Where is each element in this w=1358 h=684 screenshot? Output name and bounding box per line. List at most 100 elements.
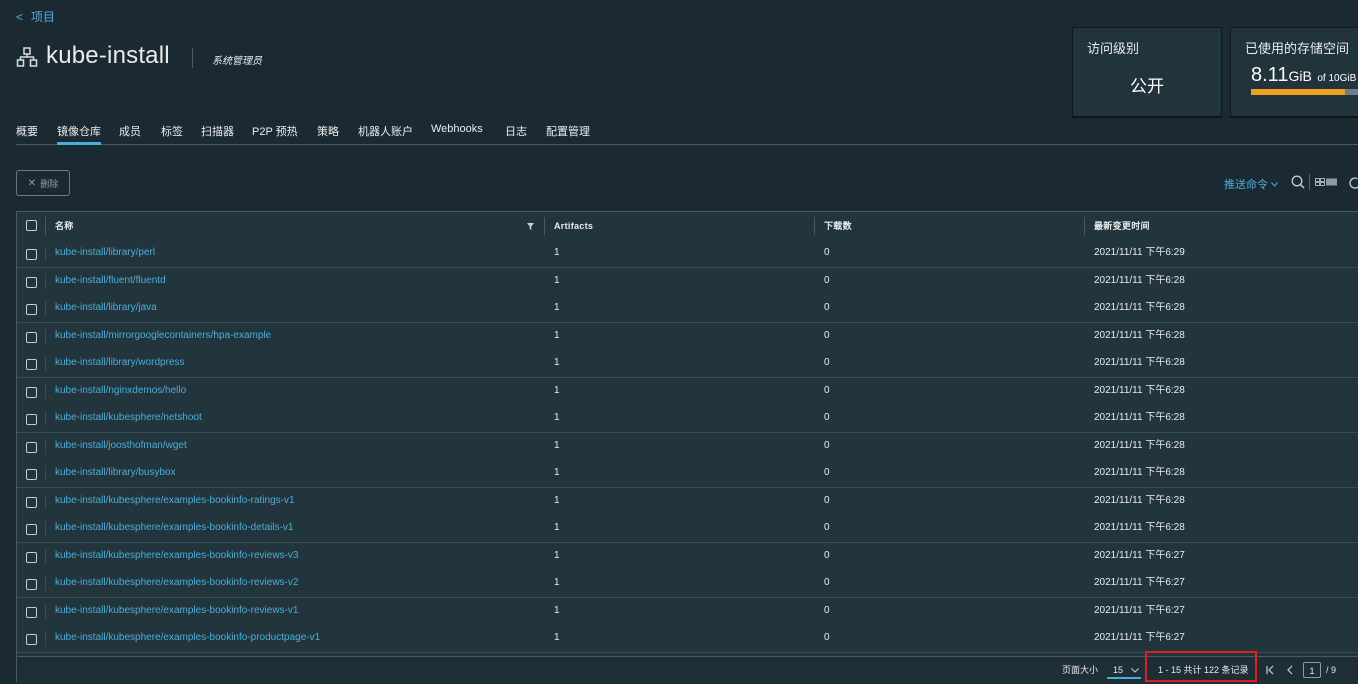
last-modified: 2021/11/11 下午6:28 bbox=[1094, 412, 1185, 423]
row-checkbox[interactable] bbox=[26, 606, 37, 618]
column-separator bbox=[814, 217, 815, 235]
last-modified: 2021/11/11 下午6:28 bbox=[1094, 302, 1185, 313]
tab-8[interactable]: Webhooks bbox=[431, 123, 483, 140]
column-header-updated[interactable]: 最新变更时间 bbox=[1094, 212, 1150, 240]
table-row: kube-install/kubesphere/examples-bookinf… bbox=[17, 625, 1358, 653]
row-checkbox[interactable] bbox=[26, 359, 37, 370]
last-modified: 2021/11/11 下午6:28 bbox=[1094, 522, 1185, 533]
chevron-down-icon bbox=[1131, 667, 1139, 673]
tab-5[interactable]: P2P 预热 bbox=[252, 123, 298, 144]
artifacts-count: 1 bbox=[554, 302, 560, 313]
access-level-value: 公开 bbox=[1130, 77, 1164, 96]
repository-name-link[interactable]: kube-install/kubesphere/examples-bookinf… bbox=[55, 570, 298, 597]
row-separator bbox=[45, 328, 46, 344]
pull-count: 0 bbox=[824, 302, 830, 313]
access-level-card: 访问级别 公开 bbox=[1072, 27, 1222, 117]
pull-count: 0 bbox=[824, 604, 830, 616]
first-page-icon[interactable] bbox=[1264, 664, 1276, 676]
column-header-name[interactable]: 名称 bbox=[55, 212, 74, 240]
last-modified: 2021/11/11 下午6:28 bbox=[1094, 467, 1185, 478]
artifacts-count: 1 bbox=[554, 247, 560, 258]
total-pages-text: / 9 bbox=[1326, 665, 1337, 675]
tab-1[interactable]: 镜像仓库 bbox=[57, 123, 101, 145]
back-to-projects-link[interactable]: < 项目 bbox=[16, 8, 55, 25]
pull-count: 0 bbox=[824, 467, 830, 478]
row-checkbox[interactable] bbox=[26, 524, 37, 535]
artifacts-count: 1 bbox=[554, 577, 560, 588]
artifacts-count: 1 bbox=[554, 549, 560, 561]
list-view-icon[interactable] bbox=[1315, 178, 1337, 186]
repository-name-link[interactable]: kube-install/kubesphere/examples-bookinf… bbox=[55, 543, 298, 570]
column-header-artifacts[interactable]: Artifacts bbox=[554, 212, 593, 240]
pull-count: 0 bbox=[824, 632, 830, 643]
row-checkbox[interactable] bbox=[26, 276, 37, 288]
row-checkbox[interactable] bbox=[26, 496, 37, 508]
back-label: 项目 bbox=[31, 10, 56, 24]
row-checkbox[interactable] bbox=[26, 551, 37, 563]
storage-usage-card: 已使用的存储空间 8.11GiB of 10GiB bbox=[1230, 27, 1358, 117]
push-command-dropdown[interactable]: 推送命令 bbox=[1224, 176, 1278, 192]
row-separator bbox=[45, 301, 46, 316]
artifacts-count: 1 bbox=[554, 467, 560, 478]
repository-table: 名称 Artifacts 下载数 最新变更时间 kube-install/lib… bbox=[16, 211, 1358, 684]
tab-3[interactable]: 标签 bbox=[161, 123, 183, 144]
current-page-input[interactable]: 1 bbox=[1303, 662, 1321, 678]
table-row: kube-install/kubesphere/examples-bookinf… bbox=[17, 597, 1358, 626]
tab-2[interactable]: 成员 bbox=[119, 123, 141, 144]
repository-name-link[interactable]: kube-install/kubesphere/examples-bookinf… bbox=[55, 488, 295, 515]
project-icon bbox=[16, 47, 38, 67]
delete-button[interactable]: ✕ 删除 bbox=[16, 170, 70, 196]
repository-name-link[interactable]: kube-install/library/perl bbox=[55, 240, 155, 267]
row-checkbox[interactable] bbox=[26, 249, 37, 260]
chevron-left-icon: < bbox=[16, 9, 24, 24]
repository-name-link[interactable]: kube-install/kubesphere/examples-bookinf… bbox=[55, 598, 298, 625]
row-separator bbox=[45, 631, 46, 646]
table-row: kube-install/kubesphere/netshoot 1 0 2021/1… bbox=[17, 405, 1358, 433]
repository-name-link[interactable]: kube-install/nginxdemos/hello bbox=[55, 378, 186, 405]
repository-name-link[interactable]: kube-install/kubesphere/netshoot bbox=[55, 405, 202, 432]
row-checkbox[interactable] bbox=[26, 331, 37, 343]
tab-6[interactable]: 策略 bbox=[317, 123, 339, 144]
row-separator bbox=[45, 411, 46, 426]
refresh-icon[interactable] bbox=[1348, 176, 1358, 190]
artifacts-count: 1 bbox=[554, 412, 560, 423]
pull-count: 0 bbox=[824, 494, 830, 506]
pull-count: 0 bbox=[824, 384, 830, 396]
repository-name-link[interactable]: kube-install/kubesphere/examples-bookinf… bbox=[55, 625, 320, 652]
artifacts-count: 1 bbox=[554, 604, 560, 616]
repository-name-link[interactable]: kube-install/library/wordpress bbox=[55, 350, 185, 377]
row-checkbox[interactable] bbox=[26, 414, 37, 425]
repository-name-link[interactable]: kube-install/mirrorgooglecontainers/hpa-… bbox=[55, 323, 271, 350]
repository-name-link[interactable]: kube-install/fluent/fluentd bbox=[55, 268, 166, 295]
table-row: kube-install/mirrorgooglecontainers/hpa-… bbox=[17, 322, 1358, 351]
last-modified: 2021/11/11 下午6:27 bbox=[1094, 549, 1185, 561]
tab-9[interactable]: 日志 bbox=[505, 123, 527, 144]
tab-7[interactable]: 机器人账户 bbox=[358, 123, 413, 144]
row-checkbox[interactable] bbox=[26, 579, 37, 590]
row-checkbox[interactable] bbox=[26, 441, 37, 453]
repository-name-link[interactable]: kube-install/library/java bbox=[55, 295, 157, 322]
search-icon[interactable] bbox=[1291, 175, 1305, 189]
page-size-label: 页面大小 bbox=[1062, 665, 1099, 675]
page-size-select[interactable]: 15 bbox=[1107, 663, 1141, 679]
tab-0[interactable]: 概要 bbox=[16, 123, 38, 144]
row-checkbox[interactable] bbox=[26, 634, 37, 645]
repository-name-link[interactable]: kube-install/joosthofman/wget bbox=[55, 433, 187, 460]
repository-name-link[interactable]: kube-install/kubesphere/examples-bookinf… bbox=[55, 515, 293, 542]
last-modified: 2021/11/11 下午6:28 bbox=[1094, 329, 1185, 341]
tab-4[interactable]: 扫描器 bbox=[201, 123, 234, 144]
filter-icon[interactable] bbox=[527, 223, 534, 230]
column-header-pulls[interactable]: 下载数 bbox=[824, 212, 852, 240]
row-checkbox[interactable] bbox=[26, 386, 37, 398]
storage-bar bbox=[1251, 89, 1358, 95]
tab-10[interactable]: 配置管理 bbox=[546, 123, 590, 144]
previous-page-icon[interactable] bbox=[1284, 664, 1296, 676]
row-checkbox[interactable] bbox=[26, 304, 37, 315]
repository-name-link[interactable]: kube-install/library/busybox bbox=[55, 460, 176, 487]
table-row: kube-install/library/java 1 0 2021/11/11 下午… bbox=[17, 295, 1358, 323]
row-checkbox[interactable] bbox=[26, 469, 37, 480]
row-separator bbox=[45, 603, 46, 619]
select-all-checkbox[interactable] bbox=[26, 220, 37, 231]
table-row: kube-install/kubesphere/examples-bookinf… bbox=[17, 515, 1358, 543]
project-title: kube-install bbox=[46, 42, 170, 69]
